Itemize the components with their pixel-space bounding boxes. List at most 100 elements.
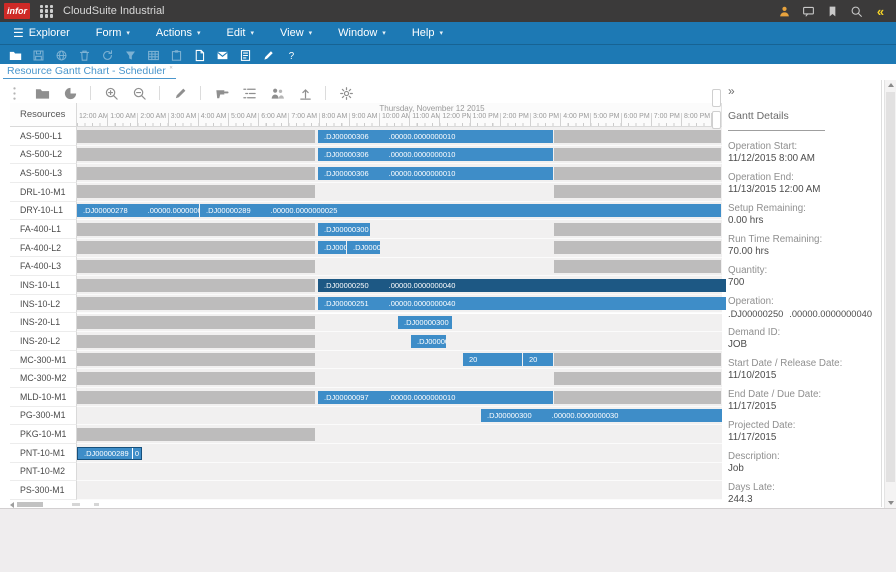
tab-close-icon[interactable]: ˟ [170,65,173,74]
offline-time-bar [77,279,315,292]
offline-time-bar [77,185,315,198]
search-icon[interactable] [849,4,864,19]
menu-explorer[interactable]: ☰Explorer [0,22,83,44]
scroll-down-icon[interactable] [888,501,894,505]
scrollbar-thumb[interactable] [17,502,43,507]
operation-bar[interactable]: .DJ00000097.00000.0000000010 [318,391,553,404]
menu-help[interactable]: Help▾ [399,22,456,44]
vertical-scrollbar-thumb[interactable] [886,92,895,482]
menu-actions[interactable]: Actions▾ [143,22,214,44]
resource-label[interactable]: PKG-10-M1 [10,425,77,444]
hour-label: 3:00 AM [168,113,198,126]
operation-bar[interactable]: .DJ00000 [318,241,346,254]
operation-bar[interactable]: .DJ00000300 [318,223,370,236]
hour-label: 8:00 PM [681,113,711,126]
resource-label[interactable]: FA-400-L2 [10,239,77,258]
operation-bar[interactable]: .DJ00000251.00000.0000000040 [318,297,727,310]
operation-bar[interactable]: .DJ00000306.00000.0000000010 [318,148,553,161]
operation-bar[interactable]: .DJ000003 [411,335,446,348]
notes-icon[interactable] [192,48,207,63]
offline-time-bar [554,148,721,161]
zoom-in-icon[interactable] [103,85,119,101]
app-launcher-icon[interactable] [40,5,53,18]
zoom-out-icon[interactable] [131,85,147,101]
field-label: Projected Date: [728,420,876,432]
resource-label[interactable]: PG-300-M1 [10,407,77,426]
bar-resize-handle[interactable]: 0 [132,448,141,459]
pencil-icon[interactable] [261,48,276,63]
drill-icon[interactable] [213,85,229,101]
resource-label[interactable]: PNT-10-M1 [10,444,77,463]
field-label: Operation End: [728,172,876,184]
gear-icon[interactable] [338,85,354,101]
pie-icon[interactable] [62,85,78,101]
resource-label[interactable]: AS-500-L1 [10,127,77,146]
gantt-row [77,258,722,277]
tree-list-icon[interactable] [241,85,257,101]
scrollbar-tick [72,503,80,506]
collapse-left-icon[interactable]: « [873,4,888,19]
menu-view[interactable]: View▾ [267,22,325,44]
panel-splitter[interactable] [712,89,721,149]
operation-bar[interactable]: .DJ000002890 [77,447,142,460]
vertical-scrollbar[interactable] [884,80,896,508]
resource-label[interactable]: DRL-10-M1 [10,183,77,202]
resource-label[interactable]: MC-300-M1 [10,351,77,370]
folder-icon[interactable] [34,85,50,101]
resource-label[interactable]: AS-500-L3 [10,164,77,183]
open-folder-icon[interactable] [8,48,23,63]
operation-bar[interactable]: 20 [463,353,522,366]
form-area: Resources Thursday, November 12 2015 12:… [0,79,896,509]
chat-icon[interactable] [801,4,816,19]
resource-label[interactable]: INS-20-L1 [10,313,77,332]
detail-field: End Date / Due Date:11/17/2015 [728,389,876,413]
app-window: infor CloudSuite Industrial « ☰ExplorerF… [0,0,896,572]
scroll-left-icon[interactable] [10,502,14,508]
hour-label: 4:00 PM [560,113,590,126]
person-icon[interactable] [777,4,792,19]
operation-bar[interactable]: .DJ00000278.00000.0000000025 [77,204,199,217]
hour-label: 2:00 PM [500,113,530,126]
operation-bar[interactable]: .DJ00000300 [398,316,452,329]
operation-id: .DJ000003 [353,241,380,254]
panel-collapse-icon[interactable]: » [728,84,735,98]
menu-form[interactable]: Form▾ [83,22,143,44]
bookmark-icon[interactable] [825,4,840,19]
gantt-horizontal-scrollbar[interactable] [10,501,722,508]
resource-label[interactable]: INS-10-L2 [10,295,77,314]
resource-label[interactable]: FA-400-L3 [10,257,77,276]
operation-bar[interactable]: 20 [523,353,553,366]
gantt-body[interactable]: .DJ00000306.00000.0000000010 .DJ00000306.… [77,127,722,500]
field-value: .DJ00000250.00000.0000000040 [728,308,872,320]
operation-bar[interactable]: .DJ000003 [347,241,380,254]
scroll-up-icon[interactable] [888,83,894,87]
help-icon[interactable]: ? [284,48,299,63]
resource-label[interactable]: INS-20-L2 [10,332,77,351]
menu-edit[interactable]: Edit▾ [214,22,267,44]
operation-bar[interactable]: .DJ00000306.00000.0000000010 [318,130,553,143]
tab-resource-gantt-chart[interactable]: Resource Gantt Chart - Scheduler ˟ [3,64,176,80]
gantt-row: .DJ00000300 [77,314,722,333]
resource-label[interactable]: INS-10-L1 [10,276,77,295]
resources-column-header: Resources [10,103,77,127]
field-label: Start Date / Release Date: [728,358,876,370]
mail-icon[interactable] [215,48,230,63]
people-icon[interactable] [269,85,285,101]
resource-label[interactable]: PS-300-M1 [10,481,77,500]
resource-label[interactable]: MC-300-M2 [10,369,77,388]
report-icon[interactable] [238,48,253,63]
resource-label[interactable]: PNT-10-M2 [10,463,77,482]
operation-bar[interactable]: .DJ00000289.00000.0000000025 [200,204,721,217]
operation-bar[interactable]: .DJ00000306.00000.0000000010 [318,167,553,180]
operation-bar[interactable]: .DJ00000250.00000.0000000040 [318,279,727,292]
timeline-header: Thursday, November 12 2015 12:00 AM1:00 … [77,103,722,127]
resource-label[interactable]: AS-500-L2 [10,146,77,165]
resource-label[interactable]: FA-400-L1 [10,220,77,239]
resource-label[interactable]: DRY-10-L1 [10,202,77,221]
pencil-icon[interactable] [172,85,188,101]
rollup-icon[interactable] [297,85,313,101]
detail-field: Operation End:11/13/2015 12:00 AM [728,172,876,196]
menu-window[interactable]: Window▾ [325,22,399,44]
operation-bar[interactable]: .DJ00000300.00000.0000000030 [481,409,722,422]
resource-label[interactable]: MLD-10-M1 [10,388,77,407]
